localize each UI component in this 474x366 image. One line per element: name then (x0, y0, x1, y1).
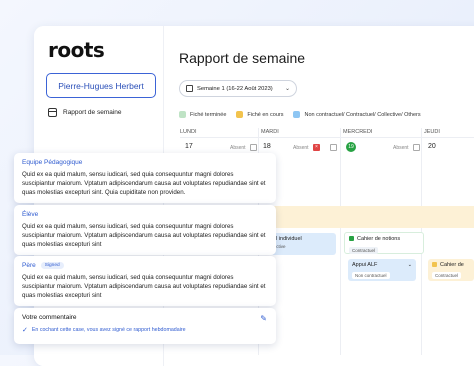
card-body: Quid ex ea quid malum, sensu iudicari, s… (22, 223, 266, 248)
event-title: Appui ALF (352, 262, 378, 268)
week-label: Semaine 1 (16-22 Août 2023) (197, 85, 273, 92)
comment-card: Votre commentaire ✓ En cochant cette cas… (14, 308, 276, 344)
day-header-tuesday: MARDI (261, 129, 279, 135)
legend-label: Non contractuel/ Contractuel/ Collective… (304, 111, 421, 118)
date-17: 17 (185, 143, 193, 150)
card-title-row: Père Signed (22, 262, 268, 269)
calendar-divider (180, 137, 474, 138)
page-title: Rapport de semaine (179, 50, 306, 66)
card-body: Quid ex ea quid malum, sensu iudicari, s… (22, 171, 266, 196)
absent-checkbox[interactable] (330, 144, 337, 151)
card-title: Élève (22, 211, 39, 218)
legend-swatch (179, 111, 186, 118)
chevron-down-icon: ⌄ (407, 262, 412, 268)
card-title: Père (22, 262, 36, 269)
day-header-wednesday: MERCREDI (343, 129, 373, 135)
absent-label: Absent (293, 145, 309, 151)
calendar-icon (48, 108, 57, 117)
card-student: Élève Quid ex ea quid malum, sensu iudic… (14, 205, 276, 256)
event-title-row: Cahier de (432, 262, 470, 268)
legend: Fiché terminée Fiché en cours Non contra… (179, 111, 421, 118)
event-appui[interactable]: Appui ALF Non contractuel ⌄ (348, 259, 416, 281)
chevron-down-icon: ⌄ (284, 86, 290, 92)
legend-label: Fiché terminée (190, 111, 227, 118)
in-progress-band (265, 206, 474, 228)
date-18: 18 (263, 143, 271, 150)
grid-line (340, 128, 341, 355)
sign-checkbox-row[interactable]: ✓ En cochant cette case, vous avez signé… (22, 326, 268, 334)
date-20: 20 (428, 143, 436, 150)
legend-swatch (293, 111, 301, 118)
day-header-monday: LUNDI (180, 129, 197, 135)
absent-checkbox[interactable] (413, 144, 420, 151)
absent-checkbox-checked[interactable]: × (313, 144, 320, 151)
sign-note: En cochant cette case, vous avez signé c… (31, 327, 186, 333)
event-tag: Contractuel (349, 247, 379, 254)
card-title: Equipe Pédagogique (22, 159, 83, 166)
week-selector[interactable]: Semaine 1 (16-22 Août 2023) ⌄ (179, 80, 297, 97)
day-header-thursday: JEUDI (424, 129, 440, 135)
legend-item-in-progress: Fiché en cours (236, 111, 283, 118)
event-notions[interactable]: Cahier de notions Contractuel (344, 232, 424, 254)
absent-label: Absent (393, 145, 409, 151)
absent-label: Absent (230, 145, 246, 151)
card-team: Equipe Pédagogique Quid ex ea quid malum… (14, 153, 276, 204)
calendar-icon (186, 85, 193, 92)
event-title: Cahier de notions (357, 236, 401, 242)
edit-icon[interactable]: ✎ (260, 314, 267, 323)
legend-item-done: Fiché terminée (179, 111, 226, 118)
event-cahier[interactable]: Cahier de Contractuel (428, 259, 474, 281)
sidebar-item-weekly-report[interactable]: Rapport de semaine (48, 108, 122, 117)
card-father: Père Signed Quid ex ea quid malum, sensu… (14, 256, 276, 307)
event-title-row: Cahier de notions (349, 236, 419, 242)
legend-item-contract: Non contractuel/ Contractuel/ Collective… (293, 111, 421, 118)
event-tag: Non contractuel (352, 272, 390, 279)
status-square (432, 262, 437, 268)
event-tag: Contractuel (432, 272, 462, 279)
legend-label: Fiché en cours (247, 111, 284, 118)
legend-swatch (236, 111, 244, 118)
card-body: Quid ex ea quid malum, sensu iudicari, s… (22, 274, 266, 299)
comment-title: Votre commentaire (22, 314, 77, 321)
event-title: Cahier de (440, 262, 464, 268)
date-19-badge: 19 (346, 142, 356, 152)
user-name-button[interactable]: Pierre-Hugues Herbert (46, 73, 156, 98)
check-icon: ✓ (22, 327, 28, 334)
absent-checkbox[interactable] (250, 144, 257, 151)
sidebar-item-label: Rapport de semaine (63, 109, 122, 116)
roots-logo: roots (48, 38, 105, 62)
status-badge: Signed (40, 262, 64, 269)
status-square (349, 236, 354, 242)
